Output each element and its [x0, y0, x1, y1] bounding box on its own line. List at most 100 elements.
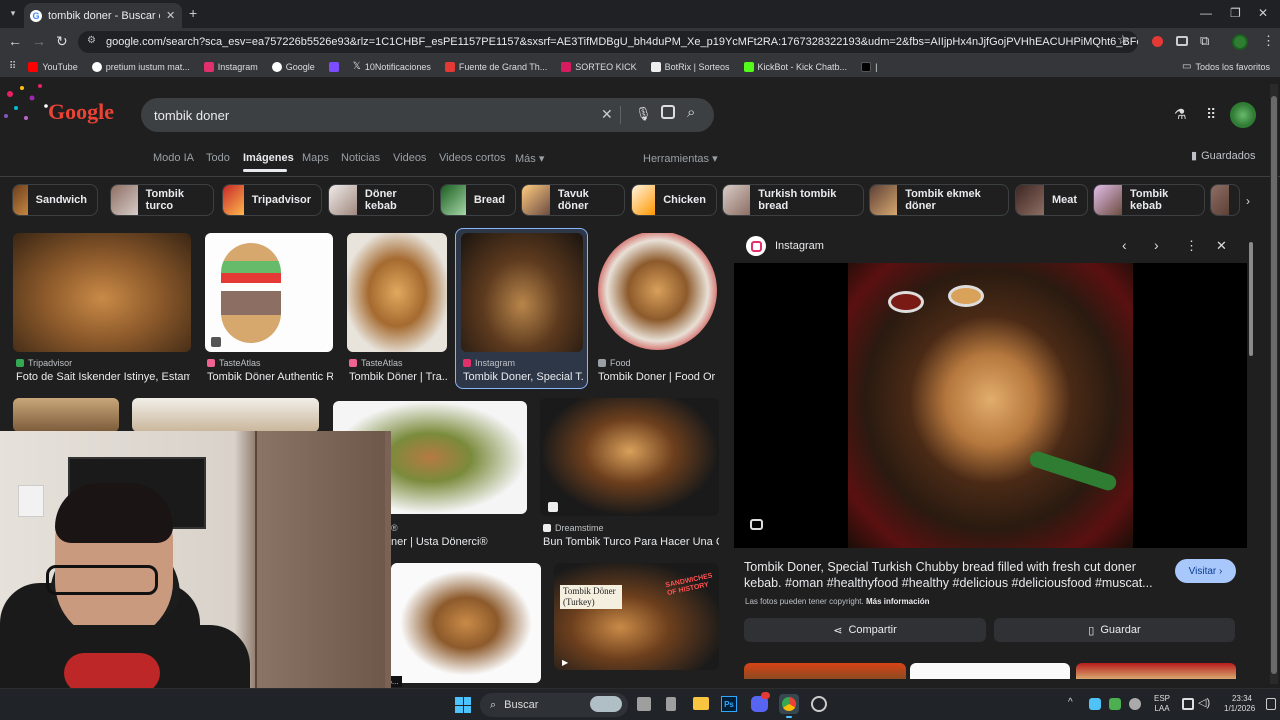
nav-videos-cortos[interactable]: Videos cortos	[439, 152, 505, 164]
tray-overflow-icon[interactable]: ^	[1068, 697, 1073, 708]
chip-next-icon[interactable]: ›	[1246, 194, 1250, 208]
chip-doner-kebab[interactable]: Döner kebab	[328, 184, 434, 216]
bookmark-notificaciones[interactable]: 𝕏 10Notificaciones	[353, 61, 431, 72]
chip-meat[interactable]: Meat	[1015, 184, 1088, 216]
tab-close-icon[interactable]: ✕	[166, 9, 175, 22]
volume-icon[interactable]: ◁)	[1198, 696, 1210, 709]
save-button[interactable]: ▯ Guardar	[994, 618, 1235, 642]
extensions-puzzle-icon[interactable]: ⧉	[1200, 33, 1209, 49]
chip-chicken[interactable]: Chicken	[631, 184, 717, 216]
more-options-icon[interactable]: ⋮	[1185, 238, 1198, 254]
browser-tab[interactable]: G tombik doner - Buscar con Google ✕	[24, 3, 182, 28]
obs-icon[interactable]	[811, 696, 827, 712]
notifications-icon[interactable]	[1266, 698, 1276, 710]
image-result-3[interactable]	[347, 233, 447, 352]
url-input[interactable]: ⚙ google.com/search?sca_esv=ea757226b552…	[78, 31, 1138, 53]
next-icon[interactable]: ›	[1154, 237, 1159, 253]
chip-tavuk-doner[interactable]: Tavuk döner	[521, 184, 625, 216]
image-result-7[interactable]	[132, 398, 319, 432]
nav-noticias[interactable]: Noticias	[341, 152, 380, 164]
related-image-1[interactable]	[744, 663, 906, 679]
related-image-3[interactable]	[1076, 663, 1236, 679]
minimize-icon[interactable]: —	[1200, 6, 1212, 20]
result-title-5[interactable]: Tombik Doner | Food Or ...	[598, 371, 718, 383]
panel-scrollbar-thumb[interactable]	[1249, 242, 1253, 356]
clock[interactable]: 23:34 1/1/2026	[1224, 694, 1255, 714]
windows-start-icon[interactable]	[455, 697, 471, 713]
result-title-9[interactable]: Bun Tombik Turco Para Hacer Una Co...	[543, 536, 719, 548]
network-icon[interactable]	[1182, 698, 1194, 710]
result-title-1[interactable]: Foto de Sait Iskender Istinye, Estamb...	[16, 371, 190, 383]
result-title-4[interactable]: Tombik Doner, Special T...	[463, 371, 583, 383]
chrome-icon[interactable]	[782, 697, 796, 711]
chip-tripadvisor[interactable]: Tripadvisor	[222, 184, 322, 216]
panel-source[interactable]: Instagram	[775, 240, 824, 252]
image-result-1[interactable]	[13, 233, 191, 352]
all-bookmarks[interactable]: ▭ Todos los favoritos	[1182, 61, 1270, 72]
saved-button[interactable]: ▮ Guardados	[1191, 149, 1256, 163]
prev-icon[interactable]: ‹	[1122, 237, 1127, 253]
reload-icon[interactable]: ↻	[56, 33, 68, 50]
tray-app-icon[interactable]	[1089, 698, 1101, 710]
bookmark-star-icon[interactable]: ☆	[1117, 32, 1129, 48]
image-result-2[interactable]	[205, 233, 333, 352]
nav-imagenes[interactable]: Imágenes	[243, 152, 294, 164]
weather-widget[interactable]	[590, 696, 622, 712]
new-tab-icon[interactable]: +	[189, 5, 197, 21]
preview-image[interactable]	[848, 263, 1133, 548]
back-icon[interactable]: ←	[8, 33, 22, 49]
result-title-2[interactable]: Tombik Döner Authentic R...	[207, 371, 333, 383]
image-result-10[interactable]	[391, 563, 541, 683]
browser-menu-icon[interactable]: ⋮	[1262, 33, 1275, 49]
page-scrollbar-track[interactable]	[1270, 84, 1278, 684]
chip-sandwich[interactable]: Sandwich	[12, 184, 98, 216]
related-image-2[interactable]	[910, 663, 1070, 679]
image-result-4[interactable]	[461, 233, 583, 352]
result-title-3[interactable]: Tombik Döner | Tra...	[349, 371, 447, 383]
chip-turkish-tombik-bread[interactable]: Turkish tombik bread	[722, 184, 864, 216]
search-input[interactable]: tombik doner	[154, 108, 229, 123]
image-result-11[interactable]: Tombik Döner (Turkey) SANDWICHES OF HIST…	[554, 563, 719, 670]
tab-list-icon[interactable]: ▾	[6, 6, 20, 20]
google-logo[interactable]: Google	[48, 99, 114, 125]
microphone-icon[interactable]: 🎙	[635, 106, 652, 122]
chip-tombik-turco[interactable]: Tombik turco	[110, 184, 214, 216]
language-indicator[interactable]: ESP LAA	[1154, 694, 1170, 714]
clear-icon[interactable]: ✕	[601, 106, 613, 123]
image-result-6[interactable]	[13, 398, 119, 432]
more-info-link[interactable]: Más información	[866, 597, 930, 606]
restore-icon[interactable]: ❐	[1230, 6, 1241, 20]
bookmark-grand-theft[interactable]: Fuente de Grand Th...	[444, 61, 547, 72]
phone-link-icon[interactable]	[666, 697, 676, 711]
bookmark-pretium[interactable]: pretium iustum mat...	[91, 61, 190, 72]
result-title-8[interactable]: ner | Usta Dönerci®	[391, 536, 527, 548]
bookmark-instagram[interactable]: Instagram	[203, 61, 258, 72]
page-scrollbar-thumb[interactable]	[1271, 96, 1277, 674]
profile-avatar[interactable]	[1232, 34, 1248, 50]
site-info-icon[interactable]: ⚙	[87, 35, 96, 46]
nav-videos[interactable]: Videos	[393, 152, 426, 164]
bookmark-blank[interactable]: |	[861, 61, 877, 72]
extension-screen-icon[interactable]	[1176, 36, 1188, 46]
chip-bread[interactable]: Bread	[440, 184, 516, 216]
chip-tombik-kebab[interactable]: Tombik kebab	[1093, 184, 1205, 216]
image-result-9[interactable]	[540, 398, 719, 516]
extension-red-icon[interactable]	[1152, 36, 1163, 47]
panel-title[interactable]: Tombik Doner, Special Turkish Chubby bre…	[744, 559, 1174, 591]
bookmark-google[interactable]: Google	[271, 61, 315, 72]
image-result-5[interactable]	[596, 233, 719, 352]
bookmark-unnamed[interactable]	[328, 61, 339, 72]
search-box[interactable]: tombik doner ✕ 🎙 ⌕	[141, 98, 714, 132]
lens-search-icon[interactable]	[750, 519, 763, 530]
nav-mas[interactable]: Más ▾	[515, 152, 544, 165]
bookmark-youtube[interactable]: YouTube	[28, 61, 78, 72]
panel-close-icon[interactable]: ✕	[1216, 238, 1227, 254]
apps-grid-icon[interactable]: ⠿	[9, 61, 16, 72]
tools-button[interactable]: Herramientas ▾	[643, 152, 718, 165]
bookmark-botrix[interactable]: BotRix | Sorteos	[650, 61, 730, 72]
share-button[interactable]: ⋖ Compartir	[744, 618, 986, 642]
chip-tombik-ekmek-doner[interactable]: Tombik ekmek döner	[869, 184, 1009, 216]
apps-grid-icon[interactable]: ⠿	[1206, 106, 1216, 123]
bookmark-kickbot[interactable]: KickBot - Kick Chatb...	[743, 61, 847, 72]
visit-button[interactable]: Visitar ›	[1175, 559, 1236, 583]
